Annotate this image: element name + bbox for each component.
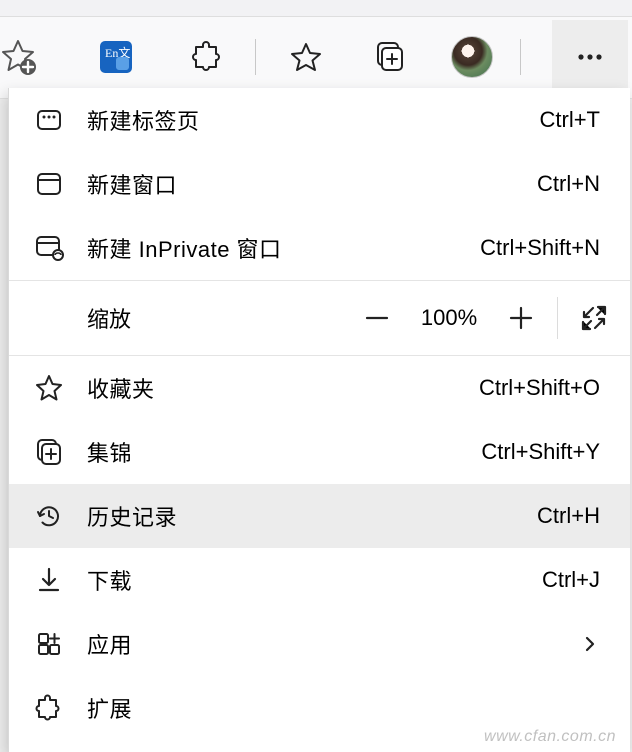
menu-item-label: 新建标签页 (87, 104, 200, 136)
translate-button[interactable]: En文 (90, 31, 142, 83)
menu-item-history[interactable]: 历史记录 Ctrl+H (9, 484, 630, 548)
toolbar-divider (255, 39, 256, 75)
star-plus-icon (0, 37, 38, 77)
window-frame-strip (0, 0, 632, 17)
translate-icon: En文 (98, 39, 134, 75)
menu-item-label: 下载 (87, 564, 132, 596)
collections-icon (373, 40, 407, 74)
window-icon (33, 168, 65, 200)
apps-icon (33, 628, 65, 660)
puzzle-icon (192, 41, 224, 73)
profile-button[interactable] (446, 31, 498, 83)
menu-item-shortcut: Ctrl+T (540, 107, 601, 133)
star-icon (33, 372, 65, 404)
browser-chrome: En文 (0, 0, 632, 99)
menu-item-new-window[interactable]: 新建窗口 Ctrl+N (9, 152, 630, 216)
plus-icon (507, 304, 535, 332)
fullscreen-icon (579, 303, 609, 333)
menu-item-new-tab[interactable]: 新建标签页 Ctrl+T (9, 88, 630, 152)
menu-item-label: 历史记录 (87, 500, 177, 532)
zoom-label: 缩放 (87, 302, 131, 334)
history-icon (33, 500, 65, 532)
more-menu-button[interactable] (552, 20, 628, 94)
inprivate-icon (33, 232, 65, 264)
menu-item-label: 收藏夹 (87, 372, 155, 404)
favorites-button[interactable] (280, 31, 332, 83)
menu-item-label: 集锦 (87, 436, 132, 468)
overflow-menu: 新建标签页 Ctrl+T 新建窗口 Ctrl+N 新建 InPrivate 窗口… (8, 88, 630, 752)
zoom-in-button[interactable] (495, 292, 547, 344)
menu-item-favorites[interactable]: 收藏夹 Ctrl+Shift+O (9, 356, 630, 420)
avatar (451, 36, 493, 78)
menu-item-label: 扩展 (87, 692, 132, 724)
new-tab-icon (33, 104, 65, 136)
puzzle-icon (33, 692, 65, 724)
add-favorite-button[interactable] (0, 31, 44, 83)
menu-item-shortcut: Ctrl+Shift+O (479, 375, 600, 401)
download-icon (33, 564, 65, 596)
menu-item-apps[interactable]: 应用 (9, 612, 630, 676)
zoom-divider (557, 297, 558, 339)
extensions-button[interactable] (182, 31, 234, 83)
menu-item-label: 应用 (87, 628, 132, 660)
menu-item-label: 新建 InPrivate 窗口 (87, 232, 282, 264)
menu-item-shortcut: Ctrl+Shift+Y (481, 439, 600, 465)
menu-item-zoom: 缩放 100% (9, 281, 630, 355)
fullscreen-button[interactable] (568, 292, 620, 344)
toolbar-divider (520, 39, 521, 75)
collections-button[interactable] (364, 31, 416, 83)
menu-item-shortcut: Ctrl+N (537, 171, 600, 197)
zoom-out-button[interactable] (351, 292, 403, 344)
menu-item-label: 新建窗口 (87, 168, 177, 200)
watermark: www.cfan.com.cn (484, 728, 616, 746)
zoom-value: 100% (409, 305, 489, 331)
menu-item-shortcut: Ctrl+Shift+N (480, 235, 600, 261)
menu-item-shortcut: Ctrl+J (542, 567, 600, 593)
submenu-indicator (580, 634, 600, 654)
menu-item-new-inprivate[interactable]: 新建 InPrivate 窗口 Ctrl+Shift+N (9, 216, 630, 280)
menu-item-collections[interactable]: 集锦 Ctrl+Shift+Y (9, 420, 630, 484)
more-icon (573, 40, 607, 74)
toolbar: En文 (0, 16, 632, 98)
collections-icon (33, 436, 65, 468)
star-icon (290, 41, 322, 73)
chevron-right-icon (580, 634, 600, 654)
menu-item-downloads[interactable]: 下载 Ctrl+J (9, 548, 630, 612)
minus-icon (363, 304, 391, 332)
menu-item-shortcut: Ctrl+H (537, 503, 600, 529)
